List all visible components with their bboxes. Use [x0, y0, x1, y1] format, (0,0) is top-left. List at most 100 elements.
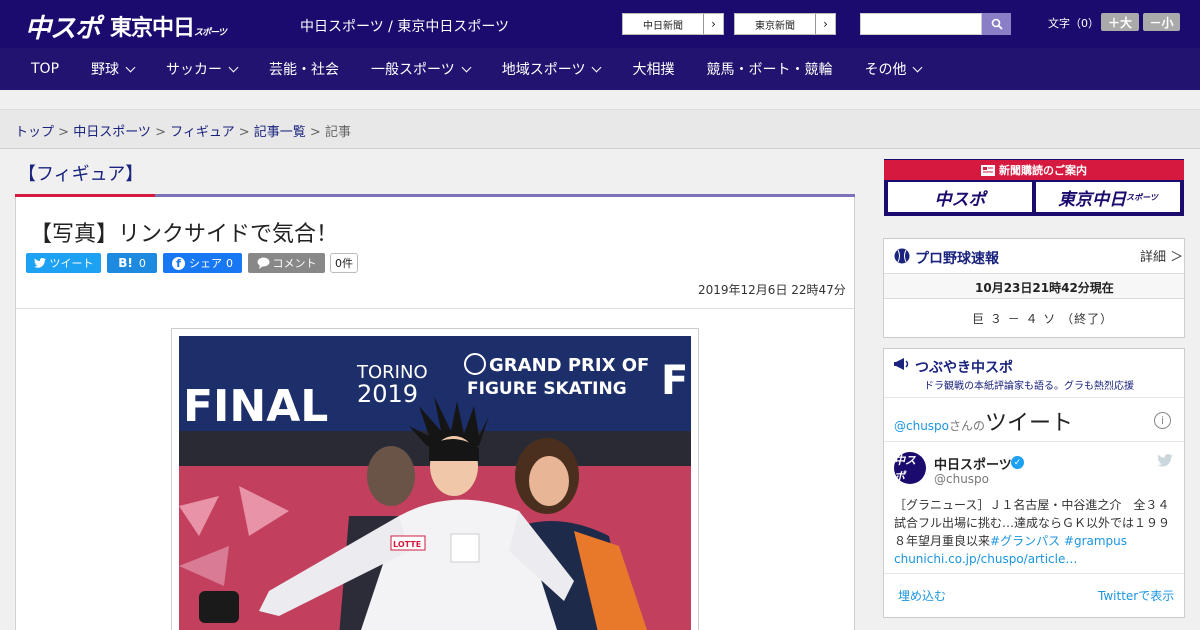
facebook-share-label: シェア [189, 257, 222, 270]
nav-soccer[interactable]: サッカー [150, 48, 253, 90]
facebook-icon: f [172, 256, 185, 270]
subscribe-tokyo-text: 東京中日 [1058, 189, 1127, 210]
breadcrumb-figure[interactable]: フィギュア [170, 125, 234, 140]
twitter-bird-icon[interactable] [1157, 454, 1173, 467]
glove-icon [199, 591, 239, 623]
nav-racing[interactable]: 競馬・ボート・競輪 [690, 48, 848, 90]
search-icon [991, 18, 1003, 30]
hatena-icon: B! [118, 256, 133, 270]
twitter-timeline-label: ツイート [985, 411, 1074, 436]
avatar[interactable]: 中スポ [894, 452, 926, 484]
tweet-link[interactable]: chunichi.co.jp/chuspo/article… [894, 552, 1077, 566]
nav-sumo[interactable]: 大相撲 [616, 48, 690, 90]
tweet-hashtag-grampus[interactable]: #grampus [1064, 534, 1127, 548]
nav-local-sports[interactable]: 地域スポーツ [486, 48, 617, 90]
baseball-scores-title: プロ野球速報 [915, 251, 999, 267]
nav-general-sports[interactable]: 一般スポーツ [355, 48, 486, 90]
tweet-text: ［グラニュース］Ｊ１名古屋・中谷進之介 全３４試合フル出場に挑む…達成ならＧＫ以… [894, 496, 1174, 568]
tweet-button[interactable]: ツイート [26, 253, 101, 273]
baseball-update-time: 10月23日21時42分現在 [975, 281, 1114, 295]
facebook-count: 0 [226, 256, 233, 270]
tweet-author-name[interactable]: 中日スポーツ [934, 454, 1012, 473]
divider [884, 573, 1184, 574]
font-size-label: 文字（0） [1048, 17, 1099, 30]
nav-entertainment[interactable]: 芸能・社会 [253, 48, 355, 90]
paper-link-label: 中日新聞 [643, 20, 683, 32]
search-input[interactable] [860, 13, 982, 35]
hatena-count: 0 [138, 256, 146, 270]
info-icon[interactable]: i [1154, 412, 1171, 429]
megaphone-icon [894, 358, 909, 370]
facebook-share-button[interactable]: f シェア 0 [163, 253, 242, 273]
subscribe-tokyo-small: スポーツ [1126, 192, 1158, 202]
subscription-heading-text: 新聞購読のご案内 [999, 164, 1087, 177]
subscribe-tokyo-chunichi-link[interactable]: 東京中日 スポーツ [1036, 182, 1180, 212]
photo-banner-edge: FI [661, 358, 691, 404]
photo-jacket-sponsor: LOTTE [393, 540, 421, 549]
comment-count: 0件 [330, 253, 358, 273]
nav-baseball[interactable]: 野球 [75, 48, 150, 90]
nav-other[interactable]: その他 [848, 48, 937, 90]
nav-label: サッカー [166, 62, 223, 78]
chevron-right-icon: › [703, 14, 723, 34]
ad-band [0, 90, 1200, 110]
nav-label: 地域スポーツ [501, 62, 586, 78]
nav-label: TOP [31, 61, 60, 77]
tweet-hashtag-grampus-jp[interactable]: #グランパス [990, 534, 1060, 548]
divider [884, 397, 1184, 398]
photo-banner-gp2: FIGURE SKATING [467, 379, 627, 399]
newspaper-icon [981, 164, 995, 176]
photo-banner-final: FINAL [183, 381, 328, 432]
breadcrumb-current: 記事 [324, 125, 351, 140]
category-underline-accent [15, 194, 155, 197]
twitter-timeline-user[interactable]: @chuspo [894, 419, 949, 433]
twitter-timeline-suffix: さんの [949, 419, 986, 433]
chevron-down-icon [913, 62, 923, 72]
speech-bubble-icon [257, 257, 269, 269]
search-button[interactable] [982, 13, 1011, 35]
divider [884, 441, 1184, 442]
hatena-bookmark-button[interactable]: B! 0 [107, 253, 157, 273]
tweet-author-handle[interactable]: @chuspo [934, 472, 989, 486]
site-title[interactable]: 中日スポーツ / 東京中日スポーツ [300, 16, 509, 36]
tokyo-logo-text: 東京中日 [110, 16, 195, 41]
photo-illustration: FINAL TORINO 2019 GRAND PRIX OF FIGURE S… [179, 336, 691, 630]
verified-badge-icon: ✓ [1011, 456, 1024, 469]
comment-label: コメント [272, 257, 317, 270]
baseball-details-link[interactable]: 詳細 ＞ [1140, 246, 1183, 265]
tokyo-logo-small: スポーツ [194, 28, 227, 38]
chuspo-logo[interactable]: 中スポ [25, 8, 101, 45]
nav-label: 野球 [91, 62, 120, 78]
nav-label: 競馬・ボート・競輪 [706, 62, 833, 78]
tokyo-chunichi-logo[interactable]: 東京中日スポーツ [110, 10, 227, 42]
nav-label: 芸能・社会 [269, 62, 340, 78]
nav-label: 一般スポーツ [371, 62, 455, 78]
main-nav: TOP 野球 サッカー 芸能・社会 一般スポーツ 地域スポーツ 大相撲 競馬・ボ… [0, 48, 1200, 90]
twitter-bird-icon [33, 258, 46, 268]
baseball-game-score[interactable]: 巨 ３ － ４ ソ （終了） [972, 310, 1113, 327]
twitter-timeline-header: @chuspoさんのツイート [894, 405, 1073, 437]
chunichi-shimbun-link[interactable]: 中日新聞 › [622, 13, 724, 35]
article-photo[interactable]: FINAL TORINO 2019 GRAND PRIX OF FIGURE S… [179, 336, 691, 630]
article-date: 2019年12月6日 22時47分 [698, 283, 846, 297]
twitter-embed-link[interactable]: 埋め込む [898, 587, 946, 604]
breadcrumb-top[interactable]: トップ [15, 125, 54, 140]
tweet-label: ツイート [49, 257, 94, 270]
chevron-down-icon [461, 62, 472, 72]
breadcrumb-chunichi-sports[interactable]: 中日スポーツ [73, 125, 151, 140]
chevron-down-icon [125, 62, 136, 72]
comment-button[interactable]: コメント [248, 253, 325, 273]
view-on-twitter-link[interactable]: Twitterで表示 [1098, 587, 1174, 604]
divider [16, 308, 854, 309]
font-larger-button[interactable]: ＋大 [1101, 13, 1139, 31]
tokyo-shimbun-link[interactable]: 東京新聞 › [734, 13, 836, 35]
subscribe-chuspo-link[interactable]: 中スポ [888, 182, 1032, 212]
chevron-down-icon [228, 62, 239, 72]
breadcrumb: トップ > 中日スポーツ > フィギュア > 記事一覧 > 記事 [15, 125, 351, 140]
font-smaller-button[interactable]: －小 [1143, 13, 1180, 31]
chevron-down-icon [592, 62, 602, 72]
article-title: 【写真】リンクサイドで気合！ [30, 222, 339, 247]
breadcrumb-article-list[interactable]: 記事一覧 [254, 125, 306, 140]
nav-top[interactable]: TOP [0, 48, 75, 90]
twitter-section-title: つぶやき中スポ [915, 360, 1013, 376]
